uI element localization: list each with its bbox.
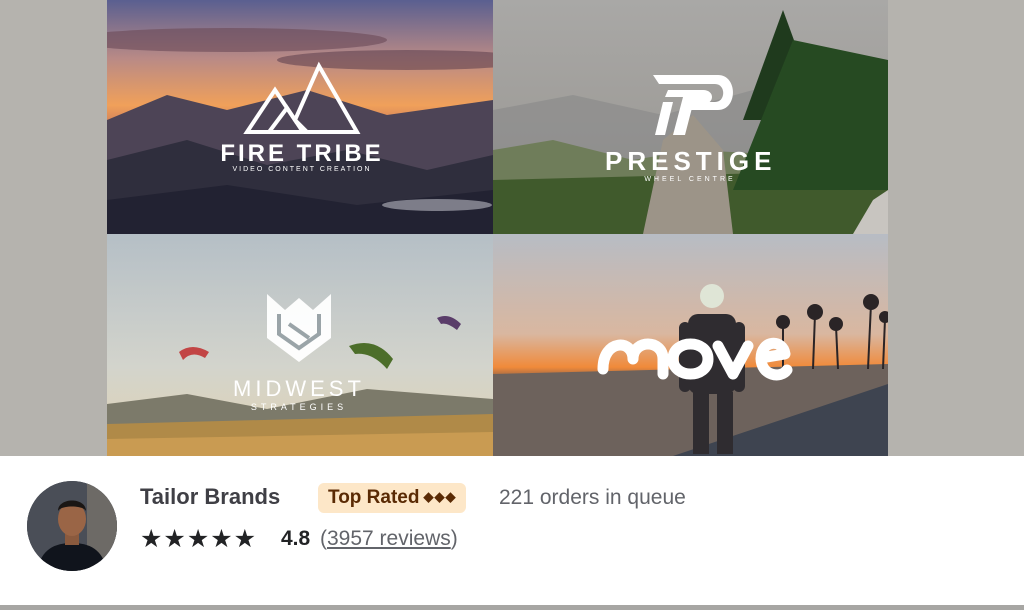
star-rating-icon: ★★★★★ bbox=[140, 525, 258, 553]
logo-portfolio-gallery[interactable]: FIRE TRIBE VIDEO CONTENT CREATION PRESTI… bbox=[107, 0, 888, 456]
fire-tribe-logo-name: FIRE TRIBE bbox=[220, 140, 384, 167]
seller-avatar[interactable] bbox=[27, 481, 117, 571]
rating-value: 4.8 bbox=[281, 527, 311, 550]
gallery-tile-midwest-strategies[interactable]: MIDWEST STRATEGIES bbox=[107, 234, 493, 456]
gallery-tile-move[interactable] bbox=[493, 234, 888, 456]
prestige-logo-name: PRESTIGE bbox=[605, 146, 777, 176]
orders-in-queue: 221 orders in queue bbox=[499, 486, 686, 509]
kites-field-photo bbox=[107, 234, 493, 456]
gallery-tile-fire-tribe[interactable]: FIRE TRIBE VIDEO CONTENT CREATION bbox=[107, 0, 493, 234]
midwest-logo-name: MIDWEST bbox=[233, 376, 365, 401]
reviews-close-paren: ) bbox=[450, 527, 458, 550]
seller-name[interactable]: Tailor Brands bbox=[140, 484, 280, 510]
diamond-icon: ◆◆◆ bbox=[423, 489, 457, 504]
reviews-count[interactable]: 3957 reviews bbox=[327, 527, 451, 550]
sunset-mountain-photo bbox=[107, 0, 493, 234]
reviews-link[interactable]: (3957 reviews) bbox=[320, 527, 458, 551]
badge-label: Top Rated bbox=[328, 487, 420, 508]
misty-mountain-photo bbox=[493, 0, 888, 234]
midwest-tagline: STRATEGIES bbox=[250, 402, 348, 412]
reviews-open-paren: ( bbox=[320, 527, 327, 550]
beach-sunset-photo bbox=[493, 234, 888, 456]
gallery-tile-prestige[interactable]: PRESTIGE WHEEL CENTRE bbox=[493, 0, 888, 234]
divider bbox=[0, 605, 1024, 610]
avatar-photo bbox=[27, 481, 117, 571]
fire-tribe-tagline: VIDEO CONTENT CREATION bbox=[232, 166, 372, 173]
top-rated-badge: Top Rated ◆◆◆ bbox=[318, 483, 467, 513]
prestige-tagline: WHEEL CENTRE bbox=[644, 176, 736, 183]
